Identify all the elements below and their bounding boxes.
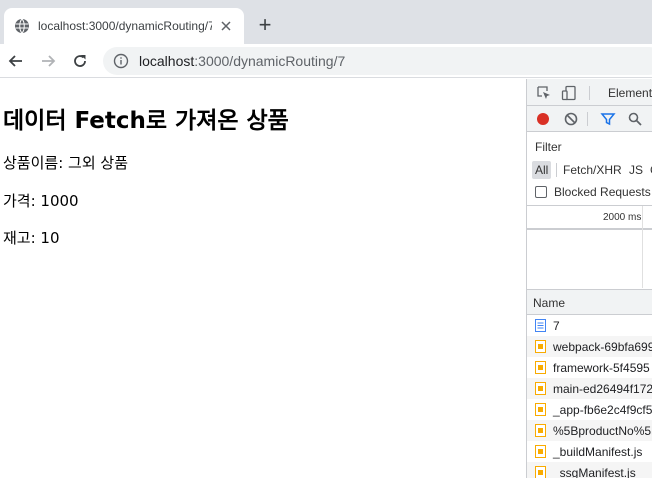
request-name: %5BproductNo%5D — [553, 423, 652, 438]
type-filter-css[interactable]: C — [647, 161, 652, 179]
device-toolbar-icon[interactable] — [560, 84, 578, 102]
toolbar-divider — [589, 86, 590, 100]
record-icon[interactable] — [534, 110, 552, 128]
request-row[interactable]: _buildManifest.js — [527, 441, 652, 462]
network-toolbar — [527, 106, 652, 132]
new-tab-button[interactable]: + — [254, 12, 276, 37]
reload-icon[interactable] — [68, 49, 92, 73]
url-text: localhost:3000/dynamicRouting/7 — [139, 53, 345, 69]
script-file-icon — [535, 403, 546, 416]
request-list: 7 webpack-69bfa699 framework-5f4595 main… — [527, 315, 652, 478]
page-content: 데이터 Fetch로 가져온 상품 상품이름: 그외 상품 가격: 1000 재… — [0, 79, 526, 478]
script-file-icon — [535, 340, 546, 353]
blocked-requests-toggle[interactable]: Blocked Requests — [535, 185, 651, 199]
browser-tab[interactable]: localhost:3000/dynamicRouting/7 — [4, 8, 244, 44]
type-filter-all[interactable]: All — [532, 161, 552, 179]
browser-tab-strip: localhost:3000/dynamicRouting/7 + — [0, 0, 652, 44]
request-name: _ssgManifest.js — [553, 465, 636, 478]
request-name: main-ed26494f172 — [553, 381, 652, 396]
type-divider — [556, 163, 557, 177]
blocked-requests-checkbox[interactable] — [535, 186, 547, 198]
request-name: framework-5f4595 — [553, 360, 650, 375]
url-host: localhost — [139, 53, 195, 69]
request-row[interactable]: framework-5f4595 — [527, 357, 652, 378]
close-icon[interactable] — [218, 18, 234, 34]
timeline-axis — [527, 228, 652, 230]
filter-input[interactable]: Filter — [535, 140, 562, 154]
script-file-icon — [535, 361, 546, 374]
address-bar[interactable]: localhost:3000/dynamicRouting/7 — [103, 47, 652, 75]
script-file-icon — [535, 445, 546, 458]
request-row[interactable]: main-ed26494f172 — [527, 378, 652, 399]
request-row[interactable]: _ssgManifest.js — [527, 462, 652, 478]
request-name: 7 — [553, 318, 560, 333]
devtools-tab-bar: Elements — [527, 79, 652, 106]
inspect-element-icon[interactable] — [535, 84, 553, 102]
forward-arrow-icon[interactable] — [36, 49, 60, 73]
request-row[interactable]: _app-fb6e2c4f9cf5 — [527, 399, 652, 420]
request-row[interactable]: webpack-69bfa699 — [527, 336, 652, 357]
request-row[interactable]: %5BproductNo%5D — [527, 420, 652, 441]
clear-icon[interactable] — [562, 110, 580, 128]
back-arrow-icon[interactable] — [4, 49, 28, 73]
request-name: webpack-69bfa699 — [553, 339, 652, 354]
info-icon[interactable] — [113, 53, 129, 69]
type-filter-fetch-xhr[interactable]: Fetch/XHR — [560, 161, 625, 179]
globe-icon — [14, 18, 30, 34]
network-overview-timeline[interactable]: 2000 ms — [527, 206, 652, 288]
devtools-panel: Elements Filter All Fetch/XHR JS C Block… — [526, 79, 652, 478]
tab-title: localhost:3000/dynamicRouting/7 — [38, 19, 212, 33]
document-file-icon — [535, 319, 546, 332]
timeline-tick-label: 2000 ms — [603, 212, 642, 223]
tab-elements[interactable]: Elements — [608, 86, 652, 100]
request-name: _app-fb6e2c4f9cf5 — [553, 402, 652, 417]
filter-icon[interactable] — [599, 110, 617, 128]
type-filter-js[interactable]: JS — [626, 161, 646, 179]
script-file-icon — [535, 382, 546, 395]
timeline-gridline — [642, 206, 643, 288]
url-path: :3000/dynamicRouting/7 — [194, 53, 346, 69]
request-name: _buildManifest.js — [553, 444, 643, 459]
column-header-label: Name — [533, 296, 566, 310]
browser-toolbar: localhost:3000/dynamicRouting/7 — [0, 44, 652, 78]
blocked-requests-label: Blocked Requests — [554, 185, 651, 199]
column-header-name[interactable]: Name — [527, 289, 652, 315]
product-stock-text: 재고: 10 — [3, 229, 60, 247]
product-name-text: 상품이름: 그외 상품 — [3, 154, 128, 172]
resource-type-filters: All Fetch/XHR JS C — [527, 159, 652, 181]
search-icon[interactable] — [626, 110, 644, 128]
script-file-icon — [535, 424, 546, 437]
request-row[interactable]: 7 — [527, 315, 652, 336]
script-file-icon — [535, 466, 546, 478]
page-title: 데이터 Fetch로 가져온 상품 — [3, 108, 289, 134]
product-price-text: 가격: 1000 — [3, 192, 79, 210]
toolbar-divider — [587, 112, 588, 126]
